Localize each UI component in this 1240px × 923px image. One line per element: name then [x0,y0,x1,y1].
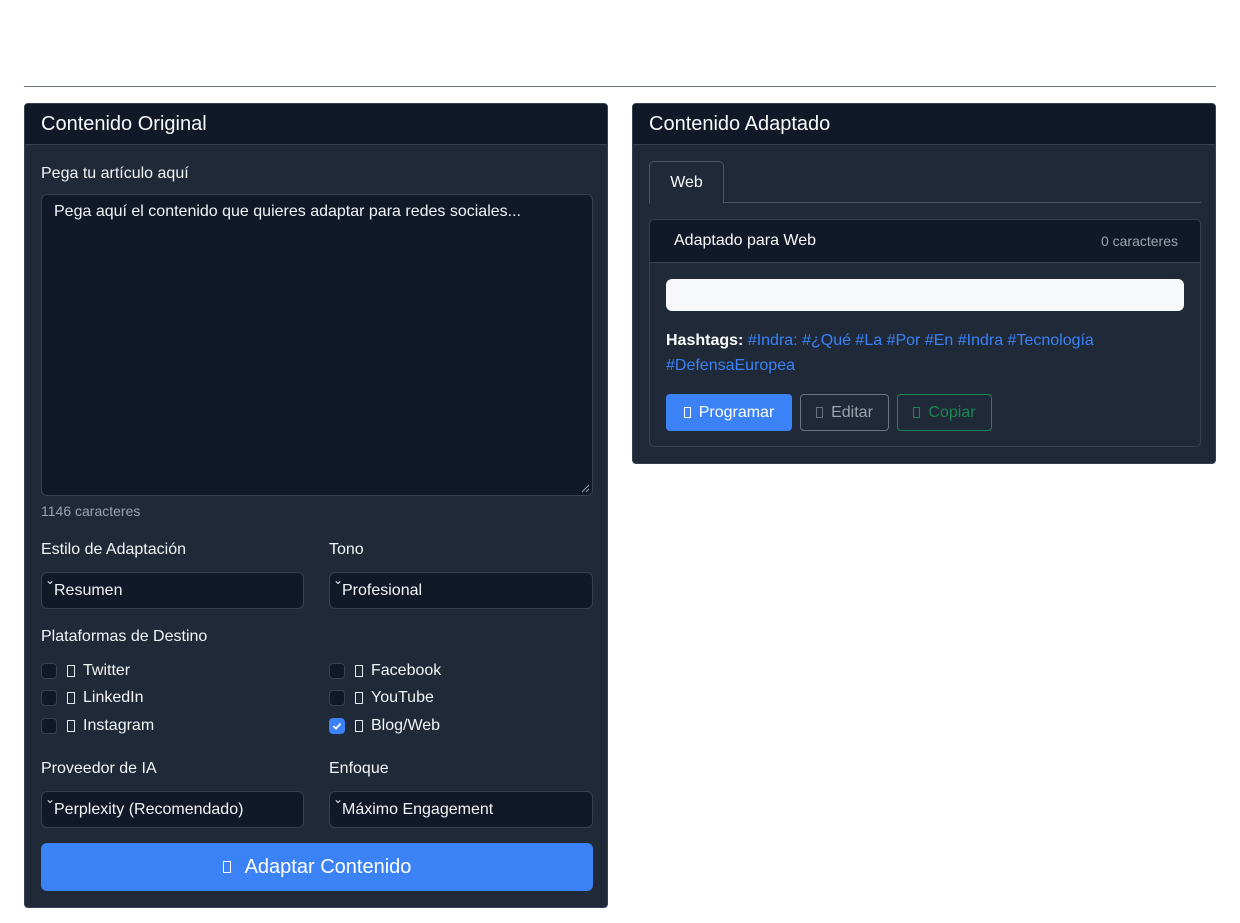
edit-icon [816,407,824,418]
hashtags-label: Hashtags: [666,332,744,349]
platform-checkbox-facebook[interactable]: Facebook [329,662,441,680]
adapted-web-title: Adaptado para Web [674,232,817,249]
copy-button[interactable]: Copiar [897,394,992,431]
adapted-output-field[interactable] [666,279,1184,311]
platforms-label: Plataformas de Destino [41,628,208,645]
resize-grip-icon[interactable] [580,483,590,493]
platform-label: LinkedIn [83,689,144,706]
checkbox[interactable] [41,718,57,734]
checkbox[interactable] [329,663,345,679]
tab-label: Web [670,173,703,191]
tone-label: Tono [329,541,364,558]
checkbox-checked[interactable] [329,718,345,734]
checkbox[interactable] [41,663,57,679]
program-button-label: Programar [698,403,775,421]
provider-label: Proveedor de IA [41,760,157,777]
blog-icon [355,720,363,732]
top-divider [24,86,1216,87]
platform-checkbox-linkedin[interactable]: LinkedIn [41,689,144,707]
article-label: Pega tu artículo aquí [41,165,189,182]
edit-button[interactable]: Editar [800,394,889,431]
adapted-char-count: 0 caracteres [1100,233,1178,249]
adapted-content-card: Contenido Adaptado Web Adaptado para Web… [632,103,1216,464]
tab-web[interactable]: Web [649,161,724,204]
program-button[interactable]: Programar [666,394,792,431]
style-label: Estilo de Adaptación [41,541,186,558]
checkbox[interactable] [41,690,57,706]
linkedin-icon [67,692,75,704]
copy-button-label: Copiar [928,403,976,421]
platform-checkbox-instagram[interactable]: Instagram [41,717,154,735]
magic-icon [222,861,231,873]
chevron-down-icon: ⌄ [45,573,56,587]
provider-select[interactable]: ⌄ Perplexity (Recomendado) [41,791,304,828]
focus-select[interactable]: ⌄ Máximo Engagement [329,791,593,828]
article-textarea[interactable]: Pega aquí el contenido que quieres adapt… [41,194,593,496]
original-card-title: Contenido Original [25,104,607,145]
platform-label: YouTube [371,689,434,706]
platform-checkbox-twitter[interactable]: Twitter [41,662,130,680]
facebook-icon [355,665,363,677]
style-select[interactable]: ⌄ Resumen [41,572,304,609]
platform-checkbox-youtube[interactable]: YouTube [329,689,434,707]
twitter-icon [67,665,75,677]
instagram-icon [67,720,75,732]
focus-select-value: Máximo Engagement [342,800,494,818]
platform-tabs: Web [649,161,1201,204]
style-select-value: Resumen [54,581,123,599]
platform-label: Facebook [371,662,442,679]
platform-checkbox-blog-web[interactable]: Blog/Web [329,717,440,735]
adapted-web-header: Adaptado para Web 0 caracteres [650,220,1200,263]
adapt-button-label: Adaptar Contenido [244,855,412,878]
article-char-count: 1146 caracteres [41,503,141,519]
provider-select-value: Perplexity (Recomendado) [54,800,244,818]
checkmark-icon [332,722,342,730]
article-placeholder: Pega aquí el contenido que quieres adapt… [54,203,521,220]
adapted-web-card: Adaptado para Web 0 caracteres Hashtags:… [649,219,1201,447]
chevron-down-icon: ⌄ [45,792,56,806]
chevron-down-icon: ⌄ [333,573,344,587]
youtube-icon [355,692,363,704]
tone-select[interactable]: ⌄ Profesional [329,572,593,609]
tone-select-value: Profesional [342,581,423,599]
platform-label: Blog/Web [371,717,441,734]
original-content-card: Contenido Original Pega tu artículo aquí… [24,103,608,908]
checkbox[interactable] [329,690,345,706]
focus-label: Enfoque [329,760,389,777]
adapted-card-title: Contenido Adaptado [633,104,1215,145]
platform-label: Instagram [83,717,155,734]
hashtags-line: Hashtags: #Indra: #¿Qué #La #Por #En #In… [666,328,1186,378]
adapt-content-button[interactable]: Adaptar Contenido [41,843,593,891]
copy-icon [913,407,921,418]
chevron-down-icon: ⌄ [333,792,344,806]
edit-button-label: Editar [831,403,873,421]
platform-label: Twitter [83,662,131,679]
calendar-icon [683,407,691,418]
